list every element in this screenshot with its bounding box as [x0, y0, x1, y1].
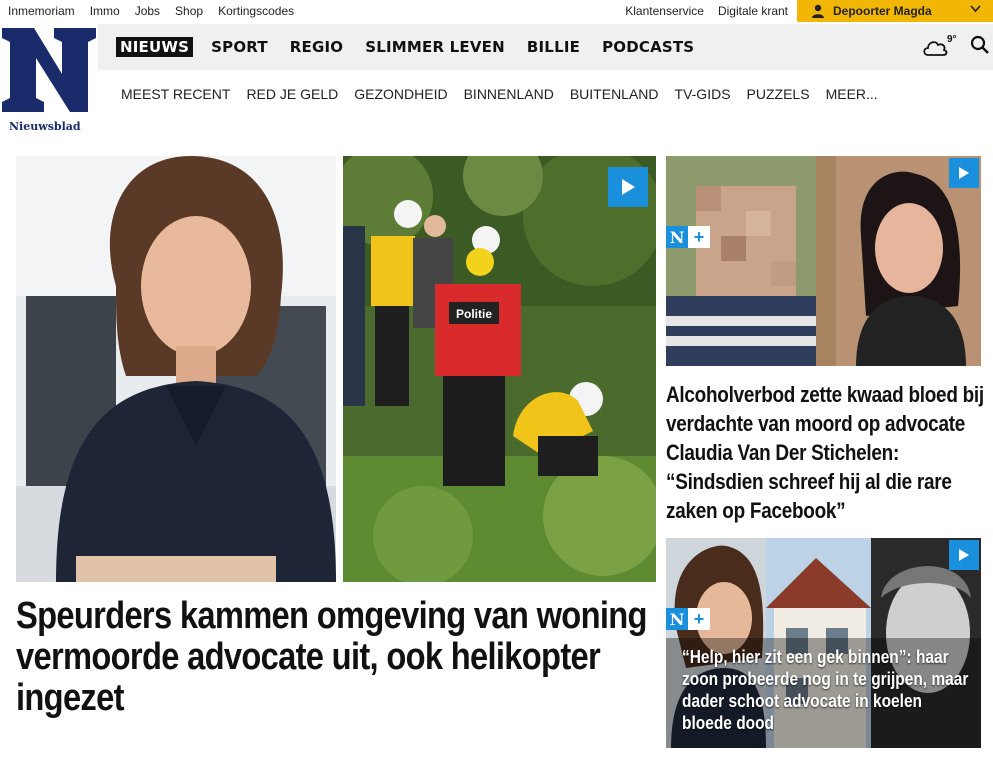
nav-regio[interactable]: REGIO — [286, 37, 347, 57]
cloud-icon — [923, 41, 948, 56]
user-account-button[interactable]: Depoorter Magda — [797, 0, 993, 22]
sub-navigation: MEEST RECENT RED JE GELD GEZONDHEID BINN… — [121, 86, 878, 102]
link-digitale-krant[interactable]: Digitale krant — [718, 4, 788, 18]
link-immo[interactable]: Immo — [90, 4, 120, 18]
search-button[interactable] — [970, 35, 990, 55]
video-play-button-side-top[interactable] — [949, 158, 979, 188]
logo-n-mark — [0, 24, 98, 116]
nieuwsblad-logo[interactable]: Nieuwsblad — [0, 24, 98, 136]
subnav-tv-gids[interactable]: TV-GIDS — [675, 86, 731, 102]
side-bottom-article-headline[interactable]: “Help, hier zit een gek binnen”: haar zo… — [682, 646, 974, 734]
premium-badge: N + — [666, 608, 710, 630]
link-shop[interactable]: Shop — [175, 4, 203, 18]
user-name: Depoorter Magda — [833, 4, 932, 18]
user-icon — [812, 4, 824, 18]
link-jobs[interactable]: Jobs — [135, 4, 160, 18]
main-article-search-photo[interactable]: Politie — [343, 156, 656, 582]
side-top-article-headline[interactable]: Alcoholverbod zette kwaad bloed bij verd… — [666, 380, 984, 525]
nav-nieuws[interactable]: NIEUWS — [116, 37, 194, 57]
logo-wordmark: Nieuwsblad — [9, 120, 81, 133]
nav-slimmer-leven[interactable]: SLIMMER LEVEN — [361, 37, 509, 57]
main-article-headline[interactable]: Speurders kammen omgeving van woning ver… — [16, 596, 656, 719]
weather-temperature: 9° — [947, 34, 957, 45]
police-vest-label: Politie — [456, 307, 492, 321]
subnav-puzzels[interactable]: PUZZELS — [747, 86, 810, 102]
play-icon — [622, 179, 635, 195]
nav-podcasts[interactable]: PODCASTS — [598, 37, 698, 57]
utility-links-left: Inmemoriam Immo Jobs Shop Kortingscodes — [8, 4, 294, 18]
subnav-binnenland[interactable]: BINNENLAND — [464, 86, 554, 102]
subnav-red-je-geld[interactable]: RED JE GELD — [246, 86, 338, 102]
link-inmemoriam[interactable]: Inmemoriam — [8, 4, 75, 18]
subnav-meest-recent[interactable]: MEEST RECENT — [121, 86, 230, 102]
premium-plus-icon: + — [688, 608, 710, 630]
main-navigation: NIEUWS SPORT REGIO SLIMMER LEVEN BILLIE … — [98, 24, 993, 70]
play-icon — [959, 167, 969, 179]
nav-billie[interactable]: BILLIE — [523, 37, 584, 57]
video-play-button-side-bottom[interactable] — [949, 540, 979, 570]
link-kortingscodes[interactable]: Kortingscodes — [218, 4, 294, 18]
main-article-portrait-photo[interactable] — [16, 156, 336, 582]
nav-sport[interactable]: SPORT — [207, 37, 272, 57]
chevron-down-icon — [970, 3, 981, 17]
premium-badge: N + — [666, 226, 710, 248]
premium-n-icon: N — [666, 608, 688, 630]
link-klantenservice[interactable]: Klantenservice — [625, 4, 704, 18]
subnav-meer[interactable]: MEER... — [826, 86, 878, 102]
premium-n-icon: N — [666, 226, 688, 248]
side-top-article-photo[interactable]: N + — [666, 156, 981, 366]
utility-links-right: Klantenservice Digitale krant — [625, 4, 788, 18]
search-icon — [970, 35, 989, 54]
premium-plus-icon: + — [688, 226, 710, 248]
subnav-buitenland[interactable]: BUITENLAND — [570, 86, 659, 102]
weather-widget[interactable]: 9° — [921, 34, 957, 58]
video-play-button[interactable] — [608, 167, 648, 207]
play-icon — [959, 549, 969, 561]
subnav-gezondheid[interactable]: GEZONDHEID — [354, 86, 447, 102]
